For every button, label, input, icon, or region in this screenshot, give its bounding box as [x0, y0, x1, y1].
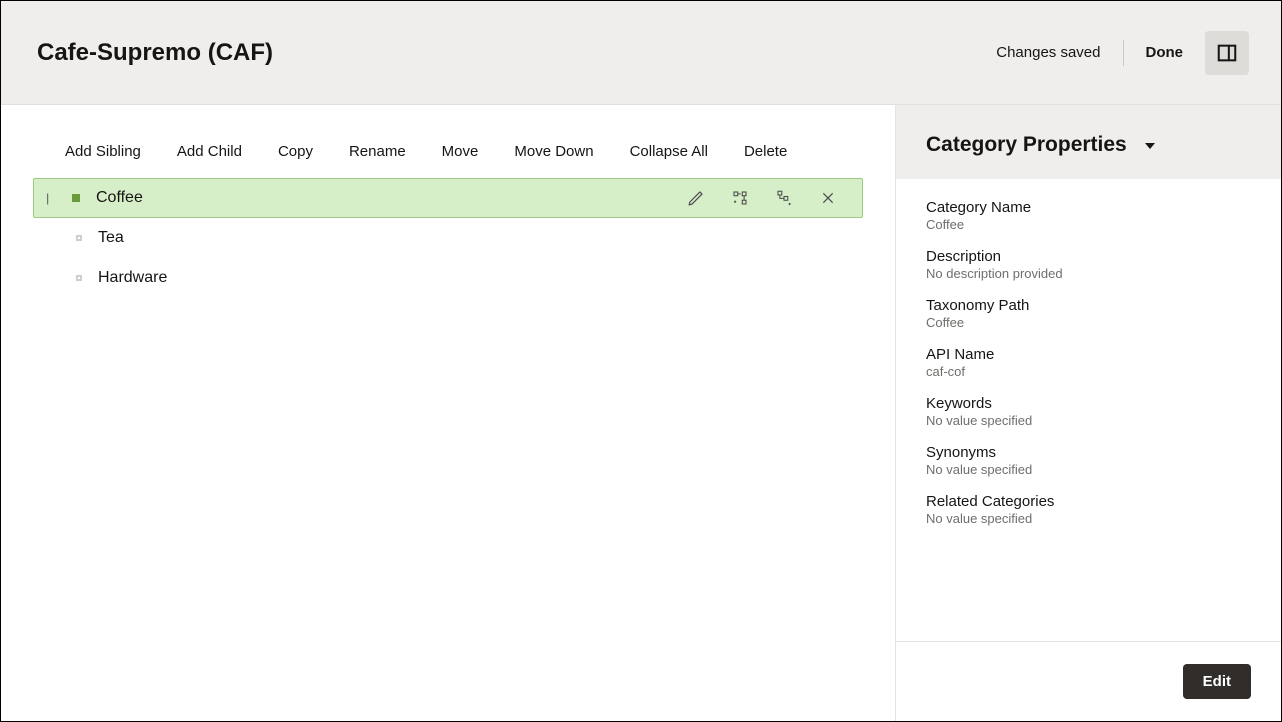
- prop-value: No description provided: [926, 266, 1251, 281]
- delete-button[interactable]: Delete: [744, 143, 787, 160]
- prop-label: API Name: [926, 346, 1251, 363]
- tree-item-coffee[interactable]: || Coffee: [33, 178, 863, 218]
- done-button[interactable]: Done: [1146, 44, 1184, 61]
- row-actions: [686, 188, 862, 208]
- bullet-icon: [76, 275, 82, 281]
- toolbar: Add Sibling Add Child Copy Rename Move M…: [1, 143, 895, 178]
- prop-value: Coffee: [926, 315, 1251, 330]
- hierarchy-child-icon: [775, 189, 793, 207]
- prop-label: Related Categories: [926, 493, 1251, 510]
- prop-label: Keywords: [926, 395, 1251, 412]
- category-tree: || Coffee: [1, 178, 895, 298]
- add-child-button[interactable]: Add Child: [177, 143, 242, 160]
- properties-title: Category Properties: [926, 133, 1127, 157]
- prop-description: Description No description provided: [926, 248, 1251, 281]
- toggle-panel-button[interactable]: [1205, 31, 1249, 75]
- prop-api-name: API Name caf-cof: [926, 346, 1251, 379]
- add-child-inline-button[interactable]: [774, 188, 794, 208]
- prop-label: Synonyms: [926, 444, 1251, 461]
- prop-related-categories: Related Categories No value specified: [926, 493, 1251, 526]
- tree-item-label: Coffee: [96, 189, 686, 207]
- tree-item-hardware[interactable]: Hardware: [33, 258, 863, 298]
- properties-header[interactable]: Category Properties: [896, 105, 1281, 179]
- bullet-icon: [76, 235, 82, 241]
- hierarchy-sibling-icon: [731, 189, 749, 207]
- divider: [1123, 40, 1124, 66]
- properties-panel: Category Properties Category Name Coffee…: [896, 105, 1281, 721]
- move-button[interactable]: Move: [442, 143, 479, 160]
- rename-button[interactable]: Rename: [349, 143, 406, 160]
- prop-value: caf-cof: [926, 364, 1251, 379]
- panel-layout-icon: [1216, 42, 1238, 64]
- prop-taxonomy-path: Taxonomy Path Coffee: [926, 297, 1251, 330]
- collapse-all-button[interactable]: Collapse All: [630, 143, 708, 160]
- edit-button[interactable]: Edit: [1183, 664, 1251, 699]
- prop-category-name: Category Name Coffee: [926, 199, 1251, 232]
- prop-value: Coffee: [926, 217, 1251, 232]
- chevron-down-icon: [1145, 143, 1155, 149]
- prop-value: No value specified: [926, 413, 1251, 428]
- prop-value: No value specified: [926, 462, 1251, 477]
- remove-inline-button[interactable]: [818, 188, 838, 208]
- move-down-button[interactable]: Move Down: [514, 143, 593, 160]
- save-status: Changes saved: [996, 44, 1100, 61]
- properties-footer: Edit: [896, 641, 1281, 721]
- prop-label: Taxonomy Path: [926, 297, 1251, 314]
- add-sibling-inline-button[interactable]: [730, 188, 750, 208]
- copy-button[interactable]: Copy: [278, 143, 313, 160]
- prop-keywords: Keywords No value specified: [926, 395, 1251, 428]
- header-actions: Changes saved Done: [996, 31, 1249, 75]
- prop-value: No value specified: [926, 511, 1251, 526]
- header: Cafe-Supremo (CAF) Changes saved Done: [1, 1, 1281, 105]
- tree-item-label: Tea: [98, 229, 863, 247]
- main: Add Sibling Add Child Copy Rename Move M…: [1, 105, 1281, 721]
- add-sibling-button[interactable]: Add Sibling: [65, 143, 141, 160]
- edit-inline-button[interactable]: [686, 188, 706, 208]
- pencil-icon: [687, 189, 705, 207]
- drag-handle-icon[interactable]: ||: [46, 191, 54, 205]
- prop-synonyms: Synonyms No value specified: [926, 444, 1251, 477]
- prop-label: Category Name: [926, 199, 1251, 216]
- tree-item-tea[interactable]: Tea: [33, 218, 863, 258]
- tree-item-label: Hardware: [98, 269, 863, 287]
- tree-pane: Add Sibling Add Child Copy Rename Move M…: [1, 105, 896, 721]
- properties-list: Category Name Coffee Description No desc…: [896, 179, 1281, 641]
- page-title: Cafe-Supremo (CAF): [37, 39, 273, 67]
- prop-label: Description: [926, 248, 1251, 265]
- bullet-icon: [72, 194, 80, 202]
- close-icon: [820, 190, 836, 206]
